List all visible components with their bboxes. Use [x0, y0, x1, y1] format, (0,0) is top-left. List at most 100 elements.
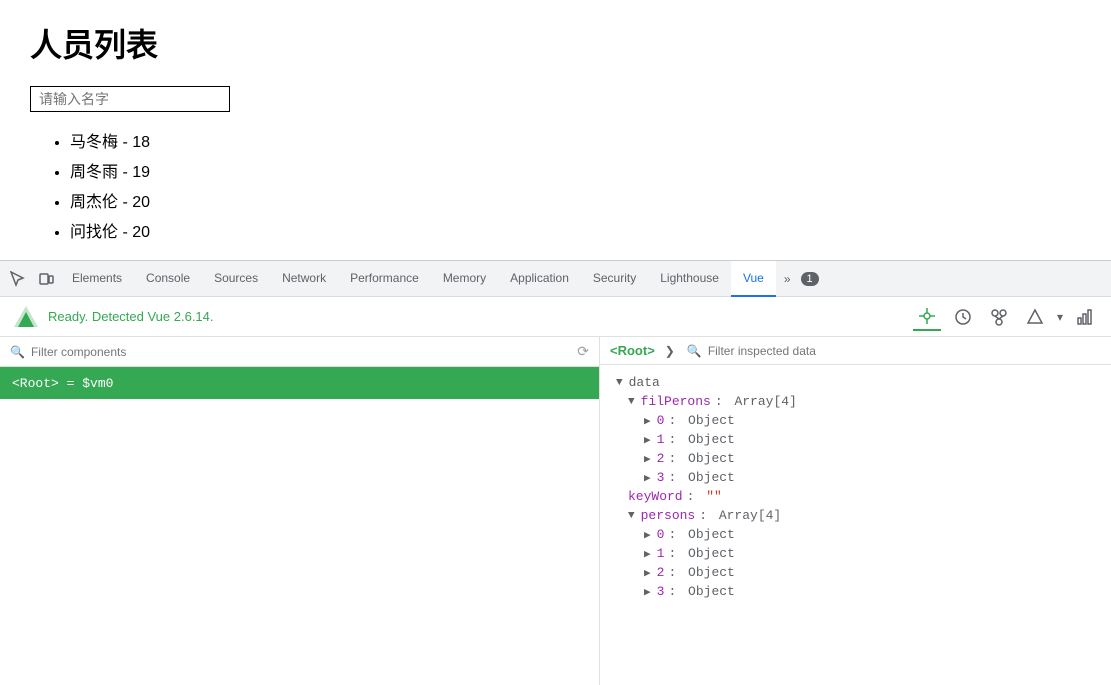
tree-separator: :: [668, 546, 684, 561]
tree-separator: :: [699, 508, 715, 523]
vue-components-icon[interactable]: [913, 303, 941, 331]
vue-router-icon[interactable]: [1021, 303, 1049, 331]
tab-application[interactable]: Application: [498, 261, 581, 297]
vue-bar: Ready. Detected Vue 2.6.14.: [0, 297, 1111, 337]
expand-arrow-icon: ▶: [644, 585, 651, 599]
tree-filperons[interactable]: ▼ filPerons : Array[4]: [600, 392, 1111, 411]
tab-performance[interactable]: Performance: [338, 261, 431, 297]
expand-arrow-icon: ▼: [616, 377, 623, 389]
tree-key: 2: [657, 451, 665, 466]
tab-vue[interactable]: Vue: [731, 261, 776, 297]
tree-persons-node-0[interactable]: ▶ 0 : Object: [600, 525, 1111, 544]
vue-more-icon[interactable]: ▾: [1057, 310, 1063, 324]
vue-history-icon[interactable]: [949, 303, 977, 331]
expand-arrow-icon: ▶: [644, 452, 651, 466]
filter-data-input[interactable]: [708, 344, 1101, 358]
expand-arrow-icon: ▼: [628, 396, 635, 408]
tree-separator: :: [668, 413, 684, 428]
expand-arrow-icon: ▶: [644, 433, 651, 447]
tree-key: 3: [657, 470, 665, 485]
devtools-body: 🔍 ⟳ <Root> = $vm0 <Root> ❯ 🔍 ▼ data: [0, 337, 1111, 685]
tree-node-1[interactable]: ▶ 1 : Object: [600, 430, 1111, 449]
tree-separator: :: [668, 451, 684, 466]
tree-persons-node-1[interactable]: ▶ 1 : Object: [600, 544, 1111, 563]
tree-key: 1: [657, 432, 665, 447]
right-panel: <Root> ❯ 🔍 ▼ data ▼ filPerons : Array[4]: [600, 337, 1111, 685]
root-arrow-icon: ❯: [665, 344, 675, 358]
expand-arrow-icon: ▶: [644, 471, 651, 485]
tab-console[interactable]: Console: [134, 261, 202, 297]
filter-bar-left: 🔍 ⟳: [0, 337, 599, 367]
tree-separator: :: [668, 584, 684, 599]
tab-security[interactable]: Security: [581, 261, 648, 297]
tree-value: Array[4]: [719, 508, 781, 523]
vue-status-text: Ready. Detected Vue 2.6.14.: [48, 309, 905, 324]
tree-value: Object: [688, 565, 735, 580]
tree-data-root[interactable]: ▼ data: [600, 373, 1111, 392]
filter-components-input[interactable]: [31, 345, 571, 359]
expand-arrow-icon: ▶: [644, 414, 651, 428]
inspect-element-icon[interactable]: [4, 265, 32, 293]
tab-lighthouse[interactable]: Lighthouse: [648, 261, 731, 297]
search-input[interactable]: [30, 86, 230, 112]
root-component-item[interactable]: <Root> = $vm0: [0, 367, 599, 399]
tab-sources[interactable]: Sources: [202, 261, 270, 297]
tree-separator: :: [668, 527, 684, 542]
tree-value: Object: [688, 413, 735, 428]
tree-node-3[interactable]: ▶ 3 : Object: [600, 468, 1111, 487]
tree-value: Object: [688, 451, 735, 466]
tree-separator: :: [668, 470, 684, 485]
tree-keyword[interactable]: keyWord : "": [600, 487, 1111, 506]
expand-arrow-icon: ▶: [644, 528, 651, 542]
search-icon: 🔍: [10, 345, 25, 359]
tree-key: persons: [641, 508, 696, 523]
expand-arrow-icon: ▶: [644, 547, 651, 561]
tab-network[interactable]: Network: [270, 261, 338, 297]
devtools-toolbar: Elements Console Sources Network Perform…: [0, 261, 1111, 297]
tree-persons[interactable]: ▼ persons : Array[4]: [600, 506, 1111, 525]
tab-elements[interactable]: Elements: [60, 261, 134, 297]
expand-arrow-icon: ▶: [644, 566, 651, 580]
list-item: 周冬雨 - 19: [70, 158, 1081, 182]
tree-value: Object: [688, 546, 735, 561]
tree-separator: :: [715, 394, 731, 409]
inspected-component-label: <Root>: [610, 343, 655, 358]
tree-key: 0: [657, 527, 665, 542]
filter-bar-right: <Root> ❯ 🔍: [600, 337, 1111, 365]
tree-value: Object: [688, 584, 735, 599]
tree-persons-node-2[interactable]: ▶ 2 : Object: [600, 563, 1111, 582]
expand-arrow-icon: ▼: [628, 510, 635, 522]
person-list: 马冬梅 - 18周冬雨 - 19周杰伦 - 20问找伦 - 20: [30, 128, 1081, 242]
device-toggle-icon[interactable]: [32, 265, 60, 293]
tree-value: Array[4]: [734, 394, 796, 409]
tree-key: 1: [657, 546, 665, 561]
tree-value: "": [706, 489, 722, 504]
vue-vuex-icon[interactable]: [985, 303, 1013, 331]
list-item: 问找伦 - 20: [70, 218, 1081, 242]
tree-key: 3: [657, 584, 665, 599]
tree-key: 2: [657, 565, 665, 580]
vue-logo-icon: [12, 303, 40, 331]
tree-key: keyWord: [628, 489, 683, 504]
tree-node-0[interactable]: ▶ 0 : Object: [600, 411, 1111, 430]
vue-chart-icon[interactable]: [1071, 303, 1099, 331]
tab-memory[interactable]: Memory: [431, 261, 498, 297]
tree-value: Object: [688, 527, 735, 542]
console-badge: 1: [801, 272, 819, 286]
refresh-icon[interactable]: ⟳: [577, 343, 589, 360]
tree-key: filPerons: [641, 394, 711, 409]
more-tabs-button[interactable]: »: [778, 272, 797, 286]
tree-key: 0: [657, 413, 665, 428]
devtools-panel: Elements Console Sources Network Perform…: [0, 260, 1111, 685]
component-list: <Root> = $vm0: [0, 367, 599, 685]
search-icon-right: 🔍: [687, 344, 702, 358]
tree-node-2[interactable]: ▶ 2 : Object: [600, 449, 1111, 468]
tree-separator: :: [687, 489, 703, 504]
list-item: 周杰伦 - 20: [70, 188, 1081, 212]
tree-separator: :: [668, 565, 684, 580]
tree-key: data: [629, 375, 660, 390]
tree-value: Object: [688, 432, 735, 447]
tree-separator: :: [668, 432, 684, 447]
tree-persons-node-3[interactable]: ▶ 3 : Object: [600, 582, 1111, 601]
data-tree: ▼ data ▼ filPerons : Array[4] ▶ 0 : Obje…: [600, 365, 1111, 685]
